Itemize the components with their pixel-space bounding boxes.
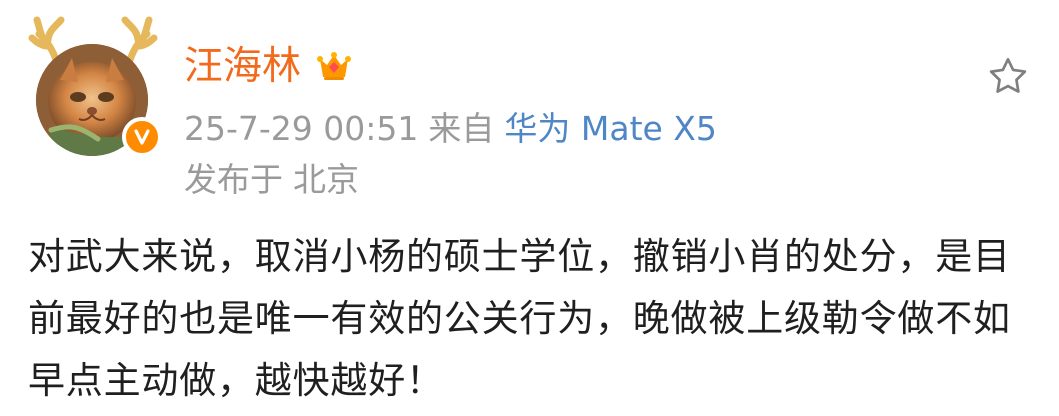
crown-icon [315, 49, 353, 83]
post-time: 25-7-29 00:51 [184, 108, 419, 148]
device-link[interactable]: 华为 Mate X5 [504, 112, 717, 145]
author-name-row: 汪海林 [184, 42, 353, 90]
location-value: 北京 [293, 159, 359, 199]
post-meta: 25-7-29 00:51 来自 华为 Mate X5 [184, 108, 717, 148]
post-header: 汪海林 25-7-29 00:51 来自 华为 Mate X5 发布于 北京 [0, 0, 1059, 215]
star-icon [989, 58, 1027, 93]
location-line: 发布于 北京 [184, 160, 359, 198]
verified-v-icon [122, 117, 162, 157]
avatar-wrap[interactable] [28, 16, 162, 158]
post-from-label: 来自 [428, 108, 495, 148]
location-label: 发布于 [184, 159, 283, 199]
post-content: 对武大来说，取消小杨的硕士学位，撤销小肖的处分，是目前最好的也是唯一有效的公关行… [28, 235, 1011, 402]
author-name[interactable]: 汪海林 [184, 47, 301, 86]
favorite-button[interactable] [983, 52, 1033, 102]
